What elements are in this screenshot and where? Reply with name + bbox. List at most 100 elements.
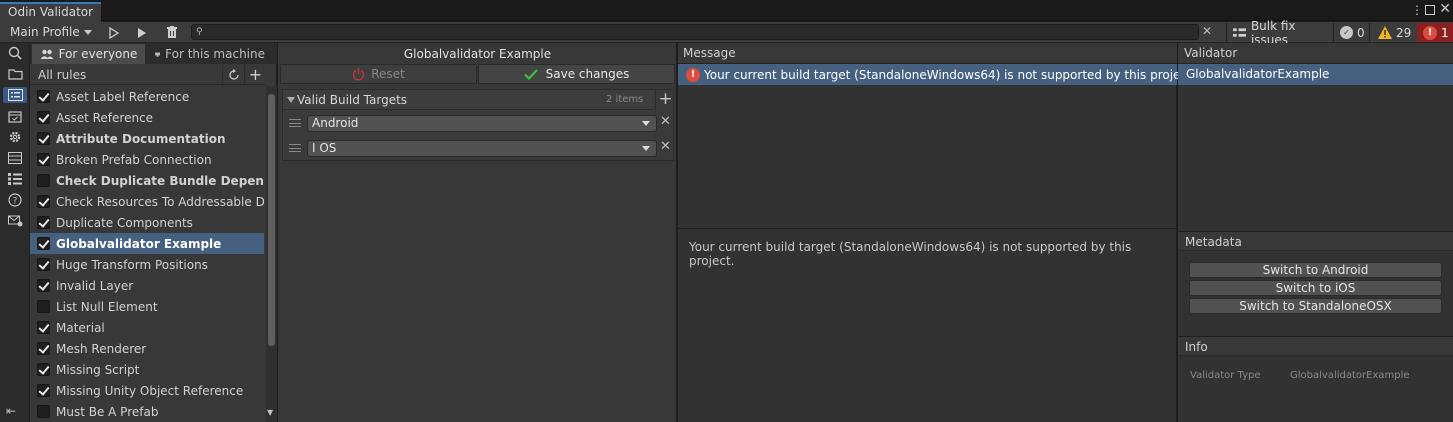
rule-label: List Null Element xyxy=(56,299,158,314)
rule-row[interactable]: Globalvalidator Example xyxy=(30,233,264,254)
validator-row[interactable]: GlobalvalidatorExample xyxy=(1178,64,1453,85)
switch-to-android-button[interactable]: Switch to Android xyxy=(1189,262,1442,278)
metadata-header: Metadata xyxy=(1178,231,1453,251)
switch-to-ios-button[interactable]: Switch to iOS xyxy=(1189,280,1442,296)
rule-row[interactable]: Huge Transform Positions xyxy=(30,254,264,275)
rule-row[interactable]: Missing Script xyxy=(30,359,264,380)
rule-row[interactable]: Check Resources To Addressable Duplicate… xyxy=(30,191,264,212)
build-target-dropdown[interactable]: Android xyxy=(307,115,657,132)
ok-count-filter[interactable]: ✓ 0 xyxy=(1333,23,1367,42)
all-rules-label: All rules xyxy=(38,68,87,82)
run-outline-button[interactable] xyxy=(100,23,128,42)
switch-to-standaloneosx-button[interactable]: Switch to StandaloneOSX xyxy=(1189,298,1442,314)
rules-list-icon[interactable] xyxy=(3,87,27,103)
validator-column-header[interactable]: Validator xyxy=(1178,43,1453,64)
clear-button[interactable] xyxy=(158,23,186,42)
save-changes-button[interactable]: Save changes xyxy=(478,64,675,84)
maximize-icon[interactable] xyxy=(1425,5,1435,15)
drag-handle-icon[interactable] xyxy=(289,144,301,152)
tab-for-everyone-label: For everyone xyxy=(58,47,138,61)
rule-label: Globalvalidator Example xyxy=(56,236,222,251)
rule-checkbox[interactable] xyxy=(37,90,50,103)
rule-checkbox[interactable] xyxy=(37,279,50,292)
validator-panel: Validator GlobalvalidatorExample Metadat… xyxy=(1178,43,1453,422)
rule-row[interactable]: Missing Unity Object Reference xyxy=(30,380,264,401)
rule-row[interactable]: Material xyxy=(30,317,264,338)
scrollbar-thumb[interactable] xyxy=(268,94,275,346)
all-rules-header: All rules + xyxy=(30,65,266,85)
error-count-filter[interactable]: ! 1 xyxy=(1417,23,1453,42)
calendar-icon[interactable] xyxy=(6,108,24,124)
list-icon[interactable] xyxy=(6,150,24,166)
rule-row[interactable]: Duplicate Components xyxy=(30,212,264,233)
mail-settings-icon[interactable] xyxy=(6,213,24,229)
rule-checkbox[interactable] xyxy=(37,258,50,271)
window-menu-icon[interactable]: ⋮ xyxy=(1411,3,1423,17)
drag-handle-icon[interactable] xyxy=(289,119,301,127)
reset-button[interactable]: Reset xyxy=(280,64,477,84)
valid-build-targets-header[interactable]: Valid Build Targets 2 items xyxy=(283,90,653,110)
help-icon[interactable]: ? xyxy=(6,192,24,208)
issue-row[interactable]: ! Your current build target (StandaloneW… xyxy=(678,64,1196,85)
warning-count-filter[interactable]: 29 xyxy=(1369,23,1415,42)
checklist-icon[interactable] xyxy=(6,171,24,187)
rule-list-scrollbar[interactable] xyxy=(266,86,277,422)
rule-checkbox[interactable] xyxy=(37,216,50,229)
divider[interactable] xyxy=(678,228,1177,229)
rule-checkbox[interactable] xyxy=(37,174,50,187)
profile-dropdown[interactable]: Main Profile xyxy=(2,23,98,42)
rule-row[interactable]: Check Duplicate Bundle Dependencies xyxy=(30,170,264,191)
add-target-button[interactable]: + xyxy=(655,90,675,110)
rule-checkbox[interactable] xyxy=(37,321,50,334)
search-icon[interactable] xyxy=(6,45,24,61)
tab-for-everyone[interactable]: For everyone xyxy=(32,44,145,64)
issue-detail-text: Your current build target (StandaloneWin… xyxy=(689,240,1132,268)
rule-checkbox[interactable] xyxy=(37,132,50,145)
rule-checkbox[interactable] xyxy=(37,237,50,250)
rule-row[interactable]: Mesh Renderer xyxy=(30,338,264,359)
rule-row[interactable]: Asset Label Reference xyxy=(30,86,264,107)
tab-for-this-machine[interactable]: For this machine xyxy=(147,44,265,64)
rule-row[interactable]: Invalid Layer xyxy=(30,275,264,296)
rule-row[interactable]: List Null Element xyxy=(30,296,264,317)
valid-build-targets-label: Valid Build Targets xyxy=(297,93,408,107)
rule-checkbox[interactable] xyxy=(37,153,50,166)
scroll-down-icon[interactable]: ▼ xyxy=(267,408,273,417)
close-icon[interactable]: ✕ xyxy=(1439,1,1451,17)
rule-row[interactable]: Attribute Documentation xyxy=(30,128,264,149)
rule-checkbox[interactable] xyxy=(37,300,50,313)
rule-checkbox[interactable] xyxy=(37,342,50,355)
search-clear-icon[interactable]: ✕ xyxy=(1202,24,1212,38)
chevron-down-icon xyxy=(642,146,650,151)
rule-checkbox[interactable] xyxy=(37,384,50,397)
rule-checkbox[interactable] xyxy=(37,111,50,124)
refresh-icon[interactable] xyxy=(222,65,244,85)
remove-item-icon[interactable]: ✕ xyxy=(660,114,671,129)
chevron-down-icon xyxy=(642,121,650,126)
foldout-arrow-icon[interactable] xyxy=(287,97,295,103)
rule-row[interactable]: Broken Prefab Connection xyxy=(30,149,264,170)
rule-row[interactable]: Must Be A Prefab xyxy=(30,401,264,422)
folder-icon[interactable] xyxy=(6,66,24,82)
build-target-dropdown[interactable]: I OS xyxy=(307,140,657,157)
rule-checkbox[interactable] xyxy=(37,363,50,376)
rule-checkbox[interactable] xyxy=(37,195,50,208)
build-target-value: Android xyxy=(312,116,359,130)
remove-item-icon[interactable]: ✕ xyxy=(660,139,671,154)
item-count: 2 items xyxy=(606,94,644,105)
settings-icon[interactable] xyxy=(6,129,24,145)
checkmark-icon xyxy=(523,68,538,80)
rule-checkbox[interactable] xyxy=(37,405,50,418)
error-count: 1 xyxy=(1441,25,1449,40)
message-column-header[interactable]: Message xyxy=(678,43,1177,64)
run-button[interactable] xyxy=(128,23,156,42)
ok-icon: ✓ xyxy=(1340,26,1353,39)
title-bar: Odin Validator ⋮ ✕ xyxy=(0,0,1453,22)
list-item: I OS ✕ xyxy=(283,136,675,161)
search-input[interactable]: ⚲ xyxy=(191,24,1199,40)
window-tab[interactable]: Odin Validator xyxy=(0,2,102,22)
collapse-icon[interactable]: ⇤ xyxy=(6,404,16,418)
rule-row[interactable]: Asset Reference xyxy=(30,107,264,128)
add-rule-button[interactable]: + xyxy=(244,65,266,85)
bulk-fix-button[interactable]: Bulk fix issues xyxy=(1226,19,1330,47)
